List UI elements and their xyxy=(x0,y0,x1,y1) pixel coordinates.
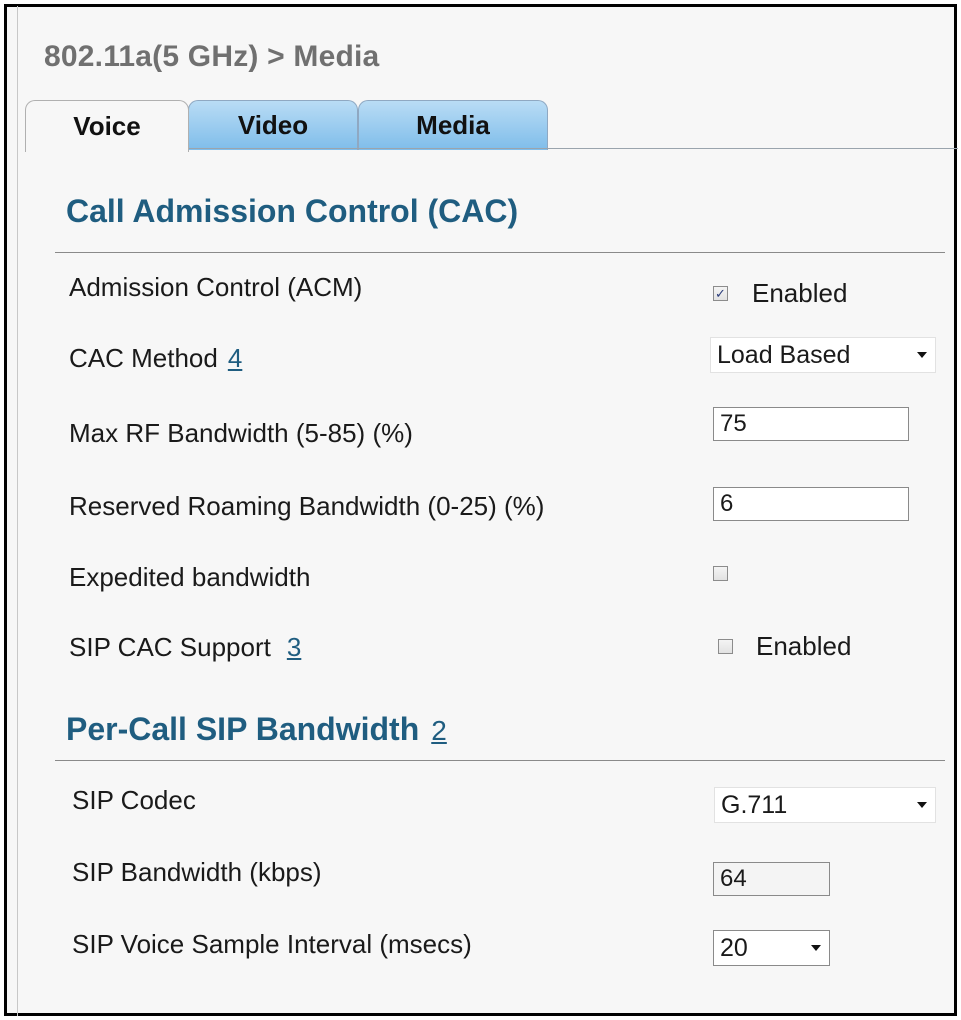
sip-cac-footnote-link[interactable]: 3 xyxy=(287,632,301,662)
cac-method-footnote-link[interactable]: 4 xyxy=(228,343,242,373)
sample-interval-select[interactable]: 20 xyxy=(713,930,830,966)
reserved-roaming-input[interactable]: 6 xyxy=(713,487,909,521)
chevron-down-icon xyxy=(917,352,927,358)
cac-section-title: Call Admission Control (CAC) xyxy=(66,193,519,229)
sip-section-divider xyxy=(55,760,945,761)
sip-codec-select[interactable]: G.711 xyxy=(714,787,936,823)
tab-video[interactable]: Video xyxy=(188,100,358,150)
cac-method-select[interactable]: Load Based xyxy=(710,337,936,373)
admission-control-enabled-label: Enabled xyxy=(752,278,848,308)
sample-interval-label: SIP Voice Sample Interval (msecs) xyxy=(72,929,472,959)
admission-control-checkbox[interactable]: ✓ xyxy=(713,286,728,301)
sip-cac-support-label: SIP CAC Support 3 xyxy=(69,632,302,662)
sip-codec-value: G.711 xyxy=(721,790,788,819)
sip-section-footnote-link[interactable]: 2 xyxy=(431,715,447,746)
sip-bandwidth-field: 64 xyxy=(713,862,830,896)
sip-codec-label: SIP Codec xyxy=(72,785,196,815)
cac-method-label: CAC Method 4 xyxy=(69,343,243,373)
chevron-down-icon xyxy=(811,945,821,951)
breadcrumb: 802.11a(5 GHz) > Media xyxy=(44,40,380,73)
max-rf-bandwidth-label: Max RF Bandwidth (5-85) (%) xyxy=(69,418,413,448)
checkmark-icon: ✓ xyxy=(715,286,726,301)
chevron-down-icon xyxy=(917,802,927,808)
max-rf-bandwidth-input[interactable]: 75 xyxy=(713,407,909,441)
expedited-bandwidth-checkbox[interactable] xyxy=(713,566,728,581)
sip-bandwidth-label: SIP Bandwidth (kbps) xyxy=(72,857,322,887)
tab-voice[interactable]: Voice xyxy=(25,100,189,152)
admission-control-label: Admission Control (ACM) xyxy=(69,272,363,302)
sip-section-title: Per-Call SIP Bandwidth 2 xyxy=(66,711,447,747)
tab-media[interactable]: Media xyxy=(358,100,548,150)
tab-divider xyxy=(168,148,958,149)
cac-method-value: Load Based xyxy=(717,340,851,369)
expedited-bandwidth-label: Expedited bandwidth xyxy=(69,562,311,592)
cac-section-divider xyxy=(55,252,945,253)
sip-cac-enabled-label: Enabled xyxy=(756,631,852,661)
tab-bar: Voice Video Media xyxy=(25,100,955,152)
sample-interval-value: 20 xyxy=(720,933,748,962)
sip-cac-support-checkbox[interactable] xyxy=(718,639,733,654)
reserved-roaming-label: Reserved Roaming Bandwidth (0-25) (%) xyxy=(69,491,545,521)
